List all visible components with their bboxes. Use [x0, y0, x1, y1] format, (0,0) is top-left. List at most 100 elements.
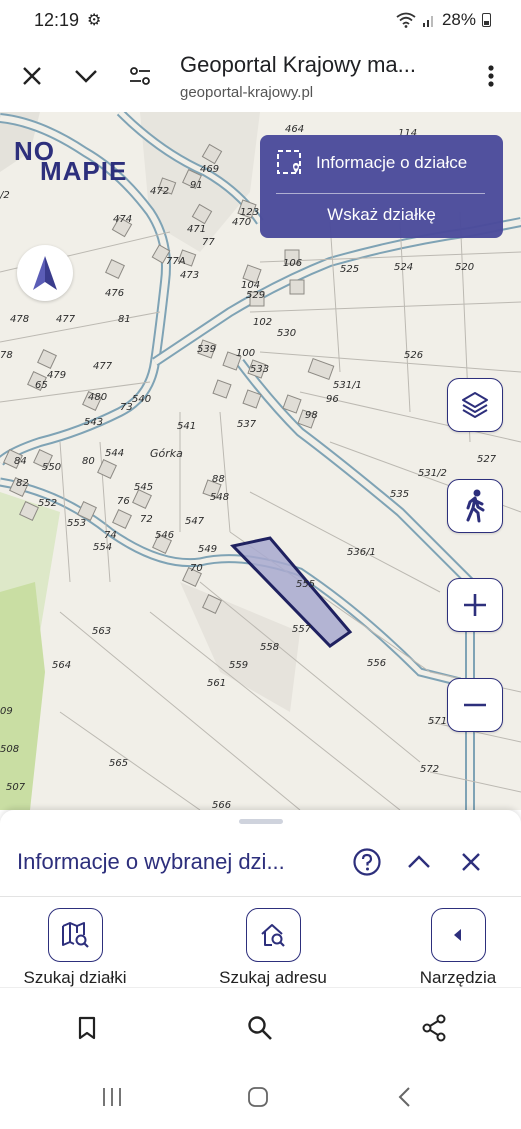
- bookmark-icon: [78, 1016, 96, 1040]
- search-parcel-button[interactable]: [47, 908, 103, 962]
- chevron-down-icon: [75, 70, 97, 83]
- find-in-page-button[interactable]: [240, 1010, 280, 1046]
- parcel-label: 76: [117, 496, 130, 507]
- tools-menu[interactable]: Narzędzia: [393, 908, 521, 988]
- close-sheet-button[interactable]: [451, 842, 491, 882]
- recent-apps-button[interactable]: [92, 1083, 132, 1111]
- parcel-label: 464: [285, 124, 305, 135]
- north-arrow-icon: [33, 256, 57, 290]
- parcel-label: 556: [367, 658, 387, 669]
- sheet-divider: [0, 896, 521, 897]
- more-menu-button[interactable]: [469, 54, 513, 98]
- parcel-label: 88: [212, 474, 225, 485]
- close-icon: [23, 67, 41, 85]
- help-icon: [353, 848, 381, 876]
- wifi-icon: [396, 12, 416, 28]
- plus-icon: [464, 594, 486, 616]
- help-button[interactable]: [347, 842, 387, 882]
- map-view[interactable]: 464 469 91 472 474 471 77 470 123 476 77…: [0, 112, 521, 810]
- chevron-up-icon: [408, 855, 430, 868]
- recent-apps-icon: [103, 1088, 121, 1106]
- search-parcel-tool[interactable]: Szukaj działki: [10, 908, 140, 988]
- home-search-icon: [261, 924, 285, 947]
- back-icon: [398, 1087, 410, 1107]
- page-url: geoportal-krajowy.pl: [180, 83, 314, 101]
- parcel-label: 550: [42, 462, 62, 473]
- parcel-label: 78: [0, 350, 13, 361]
- share-icon: [422, 1014, 446, 1042]
- parcel-label: 77A: [166, 256, 186, 267]
- minus-icon: [464, 703, 486, 707]
- status-bar: 12:19 ⚙ 28%: [0, 0, 521, 40]
- tools-button[interactable]: [430, 908, 486, 962]
- parcel-label: 106: [283, 258, 303, 269]
- parcel-label: 70: [190, 563, 203, 574]
- parcel-label: 84: [14, 456, 27, 467]
- parcel-label: 472: [150, 186, 170, 197]
- compass-button[interactable]: [17, 245, 73, 301]
- parcel-label: 572: [420, 764, 440, 775]
- search-address-button[interactable]: [245, 908, 301, 962]
- sheet-header: Informacje o wybranej dzi...: [0, 828, 521, 896]
- more-vert-icon: [488, 65, 494, 87]
- parcel-label: 508: [0, 744, 20, 755]
- expand-sheet-button[interactable]: [399, 842, 439, 882]
- parcel-label: 77: [202, 237, 215, 248]
- app-logo: NO MAPIE: [14, 136, 144, 186]
- parcel-label: 549: [198, 544, 218, 555]
- locality-label: Górka: [150, 447, 183, 460]
- parcel-info-button[interactable]: Informacje o działce: [276, 149, 467, 177]
- parcel-label: 81: [118, 314, 131, 325]
- parcel-label: 565: [109, 758, 129, 769]
- parcel-label: 564: [52, 660, 72, 671]
- parcel-label: 74: [104, 530, 117, 541]
- search-parcel-label: Szukaj działki: [23, 968, 127, 987]
- zoom-out-button[interactable]: [447, 678, 503, 732]
- point-parcel-button[interactable]: Wskaż działkę: [260, 205, 503, 225]
- parcel-label: 547: [185, 516, 205, 527]
- parcel-label: 537: [237, 419, 257, 430]
- parcel-label: /2: [0, 190, 10, 201]
- parcel-label: 91: [190, 180, 203, 191]
- parcel-label: 469: [200, 164, 220, 175]
- parcel-label: 566: [212, 800, 232, 810]
- chevron-left-icon: [454, 929, 461, 941]
- page-info[interactable]: Geoportal Krajowy ma... geoportal-krajow…: [180, 52, 450, 101]
- close-icon: [462, 853, 480, 871]
- close-tab-button[interactable]: [10, 54, 54, 98]
- parcel-label: 554: [93, 542, 113, 553]
- sheet-title: Informacje o wybranej dzi...: [17, 849, 285, 874]
- zoom-in-button[interactable]: [447, 578, 503, 632]
- parcel-label: 526: [404, 350, 424, 361]
- parcel-label: 535: [390, 489, 410, 500]
- parcel-label: 507: [6, 782, 26, 793]
- sheet-drag-handle[interactable]: [239, 819, 283, 824]
- parcel-label: 524: [394, 262, 414, 273]
- minimize-button[interactable]: [64, 54, 108, 98]
- bookmark-button[interactable]: [67, 1010, 107, 1046]
- search-address-tool[interactable]: Szukaj adresu: [208, 908, 338, 988]
- search-address-label: Szukaj adresu: [219, 968, 327, 987]
- battery-percent: 28%: [441, 10, 476, 29]
- parcel-label: 530: [277, 328, 297, 339]
- parcel-label: 09: [0, 706, 13, 717]
- parcel-label: 555: [296, 579, 316, 590]
- parcel-label: 563: [92, 626, 112, 637]
- parcel-label: 478: [10, 314, 30, 325]
- layers-button[interactable]: [447, 378, 503, 432]
- home-button[interactable]: [238, 1083, 278, 1111]
- parcel-info-label: Informacje o działce: [316, 153, 468, 172]
- parcel-label: 561: [207, 678, 227, 689]
- share-button[interactable]: [414, 1010, 454, 1046]
- parcel-label: 473: [180, 270, 200, 281]
- site-settings-button[interactable]: [118, 54, 162, 98]
- parcel-label: 525: [340, 264, 360, 275]
- parcel-label: 548: [210, 492, 230, 503]
- parcel-label: 552: [38, 498, 58, 509]
- parcel-label: 533: [250, 364, 270, 375]
- street-view-button[interactable]: [447, 479, 503, 533]
- signal-icon: [422, 16, 433, 27]
- back-button[interactable]: [384, 1083, 424, 1111]
- layers-icon: [462, 392, 488, 418]
- parcel-label: 544: [105, 448, 125, 459]
